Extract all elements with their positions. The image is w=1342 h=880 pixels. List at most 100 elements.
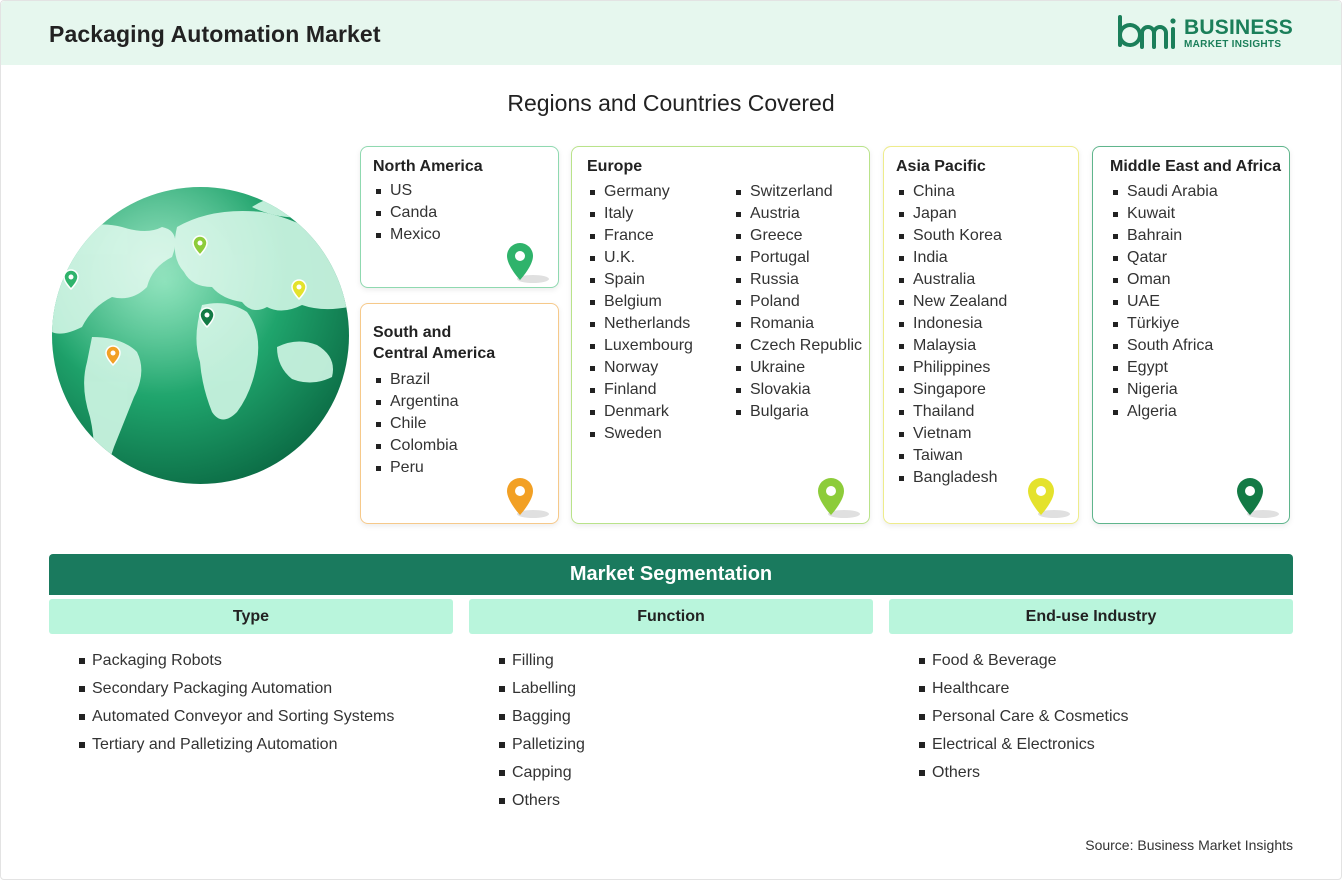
location-pin-icon bbox=[818, 478, 860, 518]
list-item: South Africa bbox=[1110, 335, 1218, 357]
segment-list-function: Filling Labelling Bagging Palletizing Ca… bbox=[499, 650, 585, 818]
list-item: Belgium bbox=[587, 291, 693, 313]
region-card-middle-east-africa: Middle East and Africa Saudi Arabia Kuwa… bbox=[1092, 146, 1290, 524]
list-item: Russia bbox=[733, 269, 862, 291]
location-pin-icon bbox=[507, 478, 549, 518]
list-item: Philippines bbox=[896, 357, 1007, 379]
list-item: Japan bbox=[896, 203, 1007, 225]
list-item: Filling bbox=[499, 650, 585, 678]
list-item: Switzerland bbox=[733, 181, 862, 203]
list-item: Argentina bbox=[373, 391, 459, 413]
brand-logo: BUSINESS MARKET INSIGHTS bbox=[1116, 15, 1293, 51]
logo-line2: MARKET INSIGHTS bbox=[1184, 38, 1282, 50]
list-item: Australia bbox=[896, 269, 1007, 291]
list-item: Nigeria bbox=[1110, 379, 1218, 401]
region-card-europe: Europe Germany Italy France U.K. Spain B… bbox=[571, 146, 870, 524]
list-item: Italy bbox=[587, 203, 693, 225]
region-card-asia-pacific: Asia Pacific China Japan South Korea Ind… bbox=[883, 146, 1079, 524]
country-list: China Japan South Korea India Australia … bbox=[896, 181, 1007, 489]
list-item: Colombia bbox=[373, 435, 459, 457]
list-item: Kuwait bbox=[1110, 203, 1218, 225]
list-item: Netherlands bbox=[587, 313, 693, 335]
list-item: Capping bbox=[499, 762, 585, 790]
list-item: Thailand bbox=[896, 401, 1007, 423]
list-item: Türkiye bbox=[1110, 313, 1218, 335]
list-item: Oman bbox=[1110, 269, 1218, 291]
list-item: Saudi Arabia bbox=[1110, 181, 1218, 203]
location-pin-icon bbox=[1028, 478, 1070, 518]
list-item: Egypt bbox=[1110, 357, 1218, 379]
list-item: France bbox=[587, 225, 693, 247]
list-item: Taiwan bbox=[896, 445, 1007, 467]
list-item: Portugal bbox=[733, 247, 862, 269]
list-item: Labelling bbox=[499, 678, 585, 706]
logo-line1: BUSINESS bbox=[1184, 15, 1293, 39]
list-item: Luxembourg bbox=[587, 335, 693, 357]
list-item: Singapore bbox=[896, 379, 1007, 401]
list-item: Spain bbox=[587, 269, 693, 291]
globe-illustration bbox=[52, 187, 349, 484]
segment-list-end-use: Food & Beverage Healthcare Personal Care… bbox=[919, 650, 1129, 790]
list-item: Healthcare bbox=[919, 678, 1129, 706]
region-title: Middle East and Africa bbox=[1110, 158, 1281, 175]
region-title: Europe bbox=[587, 158, 643, 175]
list-item: Others bbox=[919, 762, 1129, 790]
page-title: Packaging Automation Market bbox=[49, 21, 381, 47]
list-item: Secondary Packaging Automation bbox=[79, 678, 394, 706]
list-item: Bahrain bbox=[1110, 225, 1218, 247]
list-item: Finland bbox=[587, 379, 693, 401]
list-item: Electrical & Electronics bbox=[919, 734, 1129, 762]
list-item: Denmark bbox=[587, 401, 693, 423]
list-item: Germany bbox=[587, 181, 693, 203]
location-pin-icon bbox=[507, 243, 549, 283]
list-item: Romania bbox=[733, 313, 862, 335]
list-item: Czech Republic bbox=[733, 335, 862, 357]
list-item: China bbox=[896, 181, 1007, 203]
region-card-south-america: South and Central America Brazil Argenti… bbox=[360, 303, 559, 524]
list-item: Norway bbox=[587, 357, 693, 379]
list-item: Automated Conveyor and Sorting Systems bbox=[79, 706, 394, 734]
list-item: Vietnam bbox=[896, 423, 1007, 445]
list-item: Chile bbox=[373, 413, 459, 435]
list-item: Mexico bbox=[373, 224, 441, 246]
region-title: North America bbox=[373, 158, 483, 175]
list-item: US bbox=[373, 180, 441, 202]
list-item: Slovakia bbox=[733, 379, 862, 401]
region-card-north-america: North America US Canda Mexico bbox=[360, 146, 559, 288]
list-item: Bulgaria bbox=[733, 401, 862, 423]
country-list-col1: Germany Italy France U.K. Spain Belgium … bbox=[587, 181, 693, 445]
list-item: South Korea bbox=[896, 225, 1007, 247]
list-item: Indonesia bbox=[896, 313, 1007, 335]
list-item: Canda bbox=[373, 202, 441, 224]
list-item: Greece bbox=[733, 225, 862, 247]
header: Packaging Automation Market BUSINESS MAR… bbox=[1, 1, 1341, 65]
country-list: US Canda Mexico bbox=[373, 180, 441, 246]
list-item: Qatar bbox=[1110, 247, 1218, 269]
regions-title: Regions and Countries Covered bbox=[507, 90, 835, 116]
list-item: India bbox=[896, 247, 1007, 269]
list-item: Brazil bbox=[373, 369, 459, 391]
list-item: Peru bbox=[373, 457, 459, 479]
list-item: Tertiary and Palletizing Automation bbox=[79, 734, 394, 762]
segment-list-type: Packaging Robots Secondary Packaging Aut… bbox=[79, 650, 394, 762]
list-item: Bagging bbox=[499, 706, 585, 734]
country-list: Saudi Arabia Kuwait Bahrain Qatar Oman U… bbox=[1110, 181, 1218, 423]
list-item: Food & Beverage bbox=[919, 650, 1129, 678]
list-item: Poland bbox=[733, 291, 862, 313]
country-list: Brazil Argentina Chile Colombia Peru bbox=[373, 369, 459, 479]
list-item: Ukraine bbox=[733, 357, 862, 379]
segment-header-function: Function bbox=[469, 599, 873, 634]
list-item: Austria bbox=[733, 203, 862, 225]
list-item: Algeria bbox=[1110, 401, 1218, 423]
list-item: Sweden bbox=[587, 423, 693, 445]
location-pin-icon bbox=[1237, 478, 1279, 518]
list-item: Malaysia bbox=[896, 335, 1007, 357]
list-item: Packaging Robots bbox=[79, 650, 394, 678]
source-note: Source: Business Market Insights bbox=[1085, 837, 1293, 853]
list-item: Bangladesh bbox=[896, 467, 1007, 489]
list-item: UAE bbox=[1110, 291, 1218, 313]
region-title: South and Central America bbox=[373, 322, 495, 364]
region-title-line2: Central America bbox=[373, 345, 496, 362]
list-item: Palletizing bbox=[499, 734, 585, 762]
region-title-line1: South and bbox=[373, 324, 452, 341]
